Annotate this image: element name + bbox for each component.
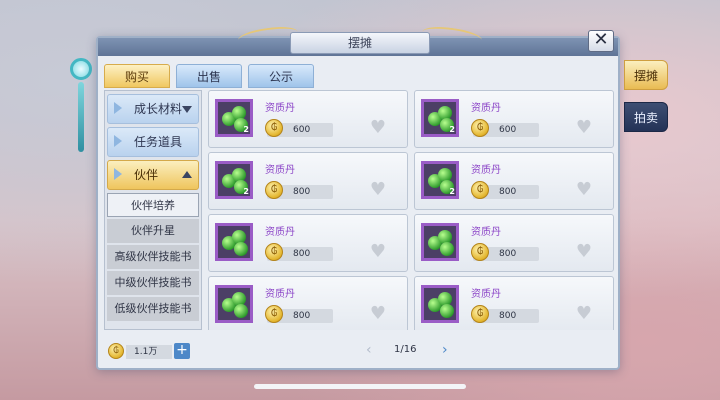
coin-icon: ₲ bbox=[265, 119, 283, 137]
heart-icon[interactable]: ♥ bbox=[573, 181, 595, 199]
item-quantity: 2 bbox=[243, 125, 249, 134]
prev-page-button[interactable]: ‹ bbox=[366, 342, 372, 358]
footer-bar: ₲ 1.1万 + ‹ 1/16 › bbox=[104, 338, 612, 364]
item-card[interactable]: 资质丹 800 ₲ ♥ bbox=[208, 214, 408, 272]
chevron-right-icon bbox=[114, 135, 122, 147]
category-label: 任务道具 bbox=[134, 135, 183, 149]
category-quest-items[interactable]: 任务道具 bbox=[107, 127, 199, 157]
green-pill-icon bbox=[421, 285, 459, 323]
green-pill-icon: 2 bbox=[421, 161, 459, 199]
item-quantity: 2 bbox=[449, 187, 455, 196]
item-name: 资质丹 bbox=[471, 289, 501, 300]
coin-icon: ₲ bbox=[265, 181, 283, 199]
chevron-down-icon bbox=[182, 106, 192, 113]
market-tabs: 购买 出售 公示 bbox=[104, 64, 314, 88]
item-card[interactable]: 资质丹 800 ₲ ♥ bbox=[414, 276, 614, 330]
window-title: 摆摊 bbox=[290, 32, 430, 54]
currency-balance: 1.1万 bbox=[126, 345, 172, 359]
heart-icon[interactable]: ♥ bbox=[573, 243, 595, 261]
chevron-up-icon bbox=[182, 171, 192, 178]
item-name: 资质丹 bbox=[265, 165, 295, 176]
next-page-button[interactable]: › bbox=[442, 342, 448, 358]
category-partner[interactable]: 伙伴 bbox=[107, 160, 199, 190]
heart-icon[interactable]: ♥ bbox=[367, 243, 389, 261]
side-tab-stall[interactable]: 摆摊 bbox=[624, 60, 668, 90]
item-grid: 2 资质丹 600 ₲ ♥ 2 资质丹 600 ₲ ♥ 2 资质丹 800 ₲ bbox=[208, 90, 618, 330]
item-card[interactable]: 2 资质丹 600 ₲ ♥ bbox=[208, 90, 408, 148]
item-card[interactable]: 资质丹 800 ₲ ♥ bbox=[414, 214, 614, 272]
home-indicator[interactable] bbox=[254, 384, 466, 389]
tab-announcement[interactable]: 公示 bbox=[248, 64, 314, 88]
category-sidebar: 成长材料 任务道具 伙伴 伙伴培养 伙伴升星 高级伙伴技能书 中级伙伴技能书 低… bbox=[104, 90, 202, 330]
item-card[interactable]: 2 资质丹 800 ₲ ♥ bbox=[208, 152, 408, 210]
coin-icon: ₲ bbox=[471, 305, 489, 323]
page-indicator: 1/16 bbox=[394, 344, 417, 355]
chevron-right-icon bbox=[114, 102, 122, 114]
heart-icon[interactable]: ♥ bbox=[573, 305, 595, 323]
ornament-rod bbox=[78, 82, 84, 152]
coin-icon: ₲ bbox=[265, 305, 283, 323]
tab-buy[interactable]: 购买 bbox=[104, 64, 170, 88]
coin-icon: ₲ bbox=[108, 343, 124, 359]
coin-icon: ₲ bbox=[471, 119, 489, 137]
heart-icon[interactable]: ♥ bbox=[367, 305, 389, 323]
subcategory-intermediate-skill-book[interactable]: 中级伙伴技能书 bbox=[107, 271, 199, 295]
heart-icon[interactable]: ♥ bbox=[367, 119, 389, 137]
subcategory-basic-skill-book[interactable]: 低级伙伴技能书 bbox=[107, 297, 199, 321]
item-card[interactable]: 2 资质丹 600 ₲ ♥ bbox=[414, 90, 614, 148]
green-pill-icon: 2 bbox=[215, 99, 253, 137]
heart-icon[interactable]: ♥ bbox=[367, 181, 389, 199]
jade-ornament bbox=[70, 48, 94, 158]
item-name: 资质丹 bbox=[265, 103, 295, 114]
item-name: 资质丹 bbox=[471, 103, 501, 114]
side-tab-auction[interactable]: 拍卖 bbox=[624, 102, 668, 132]
item-quantity: 2 bbox=[449, 125, 455, 134]
close-button[interactable]: ✕ bbox=[588, 30, 614, 52]
item-quantity: 2 bbox=[243, 187, 249, 196]
stall-panel: 摆摊 ✕ 购买 出售 公示 成长材料 任务道具 伙伴 伙伴培养 伙伴升星 高级伙… bbox=[96, 23, 620, 370]
coin-icon: ₲ bbox=[471, 181, 489, 199]
subcategory-partner-star-up[interactable]: 伙伴升星 bbox=[107, 219, 199, 243]
add-currency-button[interactable]: + bbox=[174, 343, 190, 359]
category-growth-materials[interactable]: 成长材料 bbox=[107, 94, 199, 124]
heart-icon[interactable]: ♥ bbox=[573, 119, 595, 137]
item-card[interactable]: 资质丹 800 ₲ ♥ bbox=[208, 276, 408, 330]
chevron-right-icon bbox=[114, 168, 122, 180]
category-label: 成长材料 bbox=[134, 102, 183, 116]
category-label: 伙伴 bbox=[134, 168, 159, 182]
subcategory-advanced-skill-book[interactable]: 高级伙伴技能书 bbox=[107, 245, 199, 269]
item-name: 资质丹 bbox=[471, 165, 501, 176]
green-pill-icon: 2 bbox=[421, 99, 459, 137]
green-pill-icon bbox=[421, 223, 459, 261]
tab-sell[interactable]: 出售 bbox=[176, 64, 242, 88]
coin-icon: ₲ bbox=[265, 243, 283, 261]
coin-icon: ₲ bbox=[471, 243, 489, 261]
green-pill-icon: 2 bbox=[215, 161, 253, 199]
subcategory-partner-training[interactable]: 伙伴培养 bbox=[107, 193, 199, 217]
green-pill-icon bbox=[215, 285, 253, 323]
item-name: 资质丹 bbox=[471, 227, 501, 238]
green-pill-icon bbox=[215, 223, 253, 261]
item-card[interactable]: 2 资质丹 800 ₲ ♥ bbox=[414, 152, 614, 210]
item-name: 资质丹 bbox=[265, 227, 295, 238]
ornament-orb-icon bbox=[70, 58, 92, 80]
item-name: 资质丹 bbox=[265, 289, 295, 300]
